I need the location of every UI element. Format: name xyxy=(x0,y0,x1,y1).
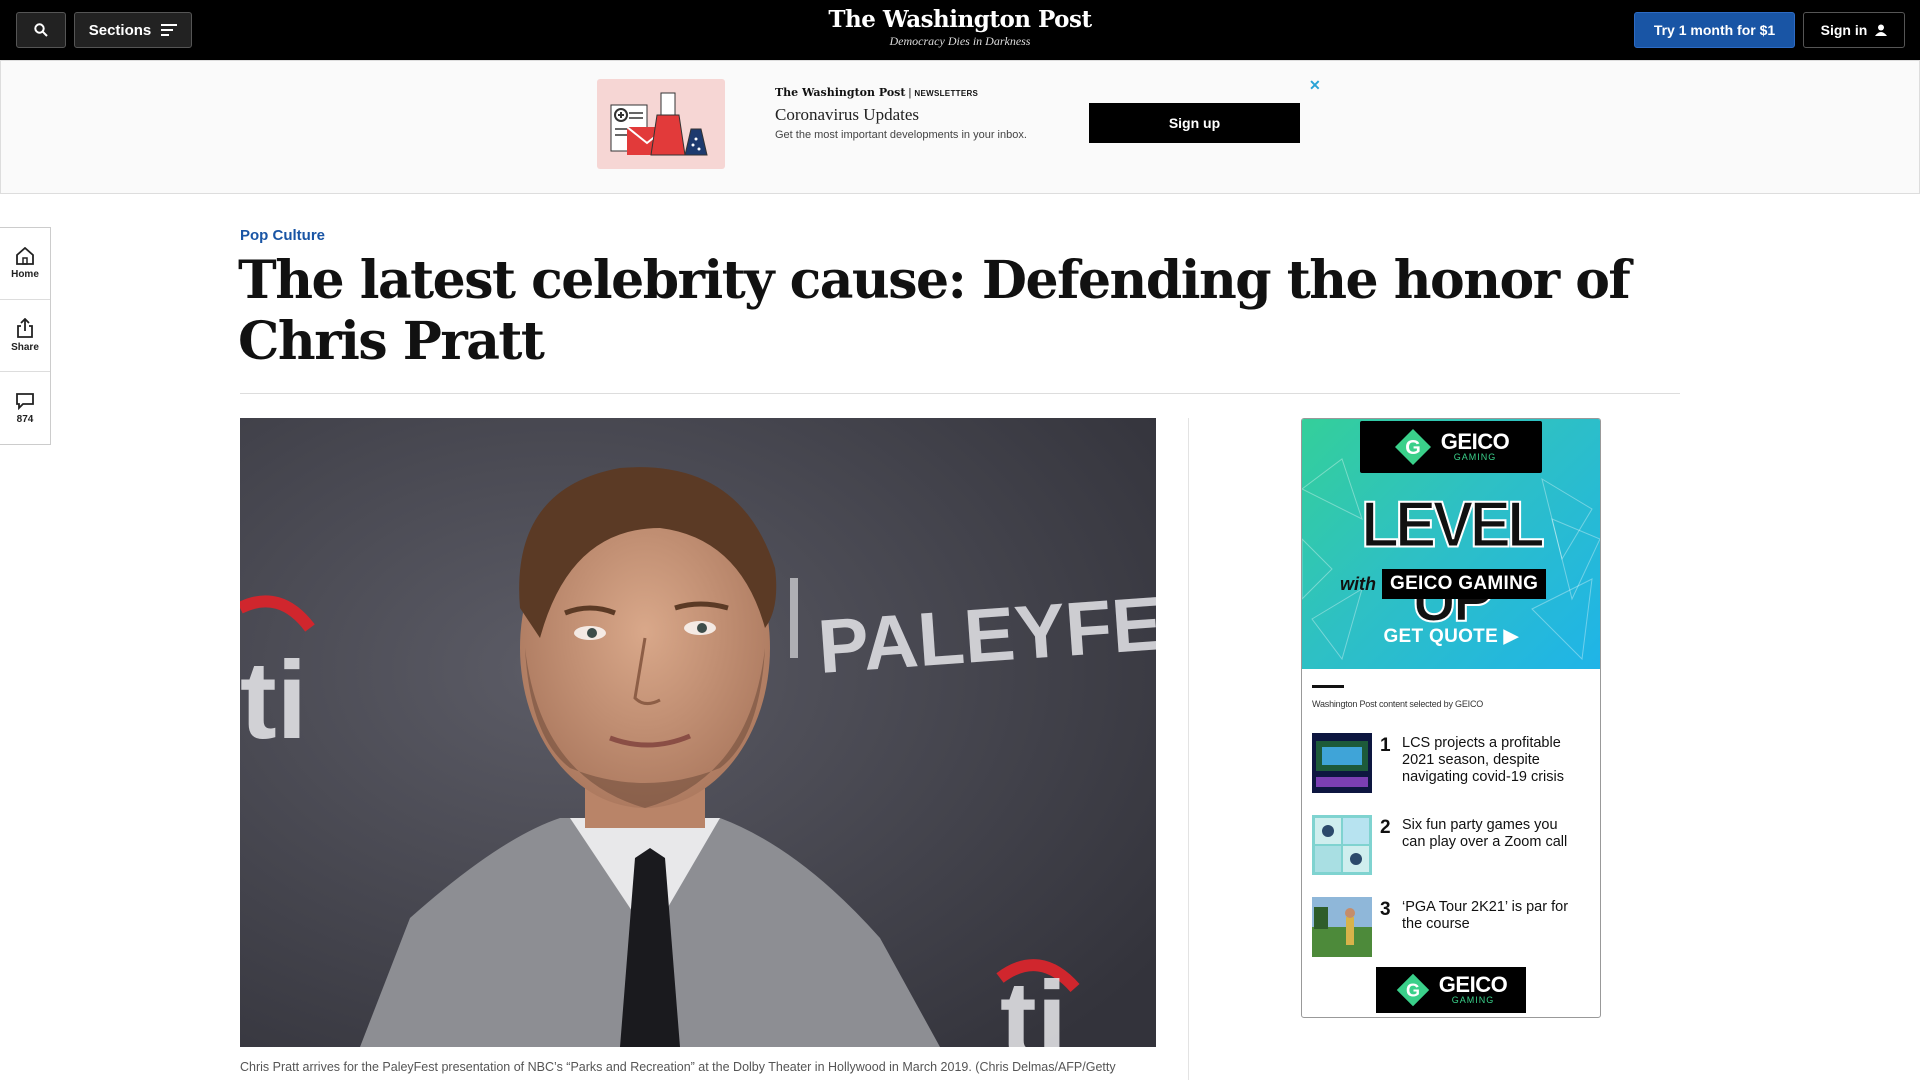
newsletter-brand-name: The Washington Post xyxy=(775,86,906,99)
logo-tagline: Democracy Dies in Darkness xyxy=(889,34,1031,48)
newsletter-brand: The Washington Post | NEWSLETTERS xyxy=(775,86,979,99)
geico-g-icon: G xyxy=(1396,973,1429,1007)
sign-in-button[interactable]: Sign in xyxy=(1803,12,1905,48)
newsletter-signup-button[interactable]: Sign up xyxy=(1089,103,1300,143)
ad-item-number: 1 xyxy=(1380,735,1391,756)
ad-item-text: Six fun party games you can play over a … xyxy=(1402,817,1568,850)
geico-gaming-ad[interactable]: G GEICO GAMING LEVEL UP with GEICO GAMIN… xyxy=(1301,418,1601,1018)
rail-comments[interactable]: 874 xyxy=(0,372,50,444)
search-icon xyxy=(34,23,48,37)
close-icon[interactable]: ✕ xyxy=(1309,77,1321,94)
geico-footer-word: GEICO xyxy=(1438,972,1508,997)
ad-accent-bar xyxy=(1312,685,1344,688)
rail-share-label: Share xyxy=(11,342,39,353)
hamburger-icon xyxy=(161,24,178,36)
lead-photo[interactable]: ti PALEYFEST ti xyxy=(240,418,1156,1047)
geico-gaming-logo: G GEICO GAMING xyxy=(1360,421,1542,473)
rail-home-label: Home xyxy=(11,269,39,280)
level-up-headline: LEVEL UP xyxy=(1360,487,1546,636)
ad-list-item[interactable]: 3 ‘PGA Tour 2K21’ is par for the course xyxy=(1312,897,1592,959)
photo-caption: Chris Pratt arrives for the PaleyFest pr… xyxy=(240,1060,1116,1074)
subscribe-button[interactable]: Try 1 month for $1 xyxy=(1634,12,1795,48)
sign-in-label: Sign in xyxy=(1820,22,1868,38)
ad-thumbnail xyxy=(1312,733,1372,793)
geico-gaming-banner: GEICO GAMING xyxy=(1382,569,1547,599)
top-navigation-bar: Sections The Washington Post Democracy D… xyxy=(0,0,1920,60)
ad-selected-by: Washington Post content selected by GEIC… xyxy=(1312,699,1484,709)
newsletter-title: Coronavirus Updates xyxy=(775,105,920,124)
ad-thumbnail xyxy=(1312,815,1372,875)
share-icon xyxy=(17,318,33,338)
geico-logo-word: GEICO xyxy=(1440,429,1510,454)
column-divider xyxy=(1188,418,1189,1080)
left-action-rail: Home Share 874 xyxy=(0,227,51,445)
ad-item-text: ‘PGA Tour 2K21’ is par for the course xyxy=(1402,899,1569,932)
article-kicker[interactable]: Pop Culture xyxy=(240,227,325,244)
with-geico-row: with GEICO GAMING xyxy=(1340,567,1565,601)
ad-list-item[interactable]: 2 Six fun party games you can play over … xyxy=(1312,815,1592,877)
rail-home[interactable]: Home xyxy=(0,228,50,300)
ad-item-text: LCS projects a profitable 2021 season, d… xyxy=(1402,735,1564,785)
comments-count: 874 xyxy=(16,413,34,425)
comment-icon xyxy=(16,392,34,410)
site-logo[interactable]: The Washington Post Democracy Dies in Da… xyxy=(760,6,1160,49)
newsletter-illustration xyxy=(597,79,725,169)
svg-text:ti: ti xyxy=(1000,959,1067,1047)
headline-divider xyxy=(240,393,1680,394)
ad-item-number: 2 xyxy=(1380,817,1391,838)
article-headline: The latest celebrity cause: Defending th… xyxy=(238,250,1631,372)
logo-name: The Washington Post xyxy=(828,6,1092,33)
get-quote-button[interactable]: GET QUOTE ▶ xyxy=(1302,625,1600,648)
sections-menu-button[interactable]: Sections xyxy=(74,12,192,48)
with-word: with xyxy=(1340,573,1376,594)
svg-text:ti: ti xyxy=(240,639,307,762)
svg-text:G: G xyxy=(1406,980,1420,1000)
geico-g-icon: G xyxy=(1394,429,1431,465)
home-icon xyxy=(16,247,34,265)
newsletter-brand-sub: NEWSLETTERS xyxy=(914,89,979,98)
svg-text:G: G xyxy=(1405,437,1421,459)
ad-item-number: 3 xyxy=(1380,899,1391,920)
ad-list-item[interactable]: 1 LCS projects a profitable 2021 season,… xyxy=(1312,733,1592,795)
newsletter-ad-banner: The Washington Post | NEWSLETTERS Corona… xyxy=(0,60,1920,194)
ad-thumbnail xyxy=(1312,897,1372,957)
newsletter-description: Get the most important developments in y… xyxy=(775,129,1027,141)
geico-gaming-footer-logo[interactable]: G GEICO GAMING xyxy=(1376,967,1526,1013)
search-button[interactable] xyxy=(16,12,66,48)
rail-share[interactable]: Share xyxy=(0,300,50,372)
geico-ad-hero[interactable]: G GEICO GAMING LEVEL UP with GEICO GAMIN… xyxy=(1302,419,1600,669)
sections-label: Sections xyxy=(88,21,152,39)
user-icon xyxy=(1875,24,1888,36)
